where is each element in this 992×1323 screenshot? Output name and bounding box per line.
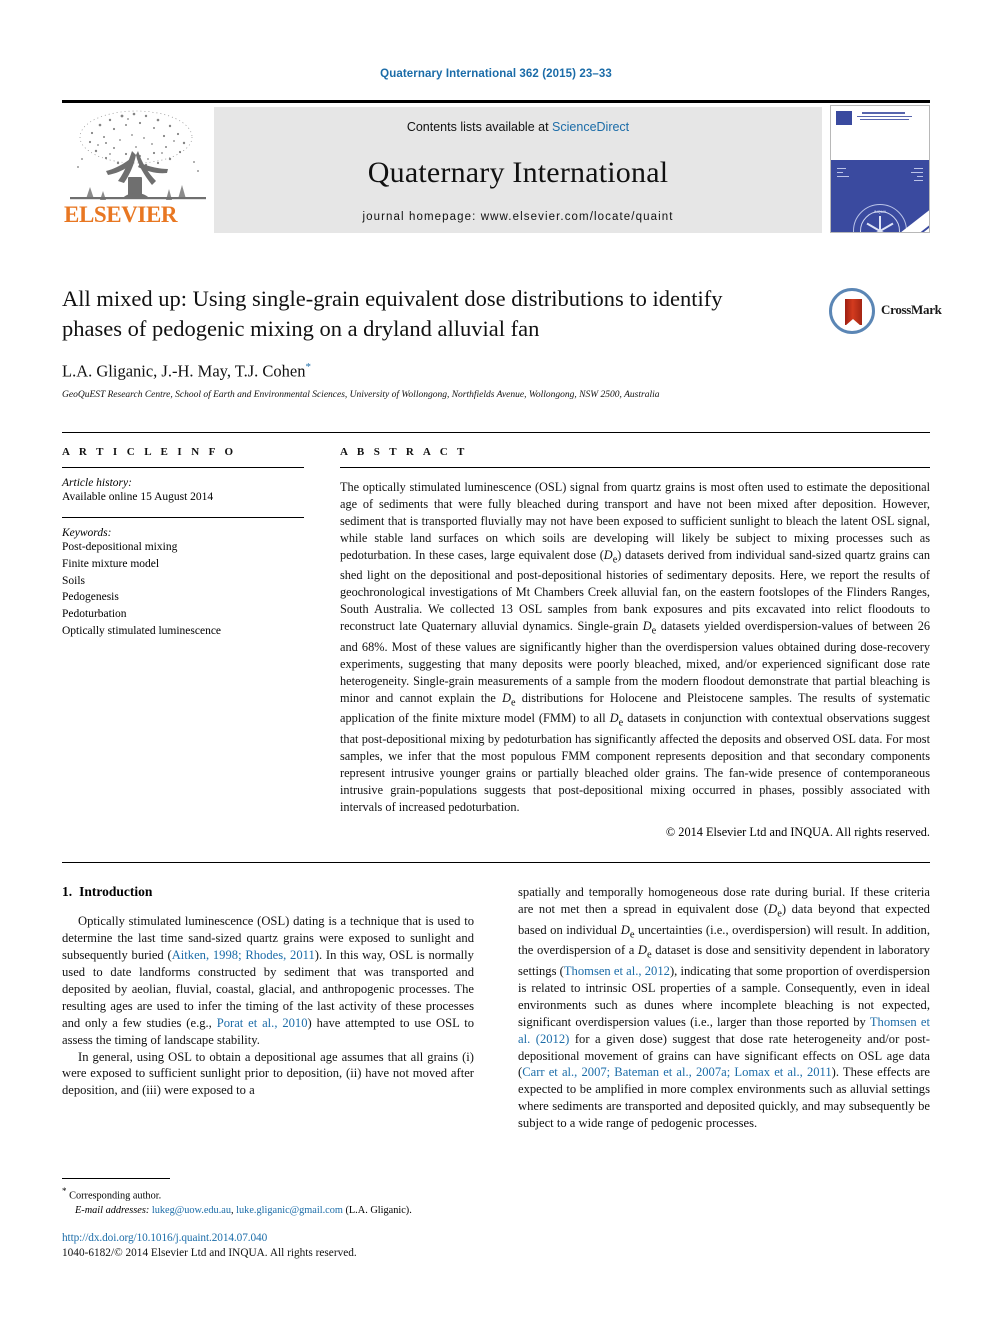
keyword-item: Post-depositional mixing	[62, 541, 178, 554]
citation-link[interactable]: Aitken, 1998; Rhodes, 2011	[172, 948, 315, 962]
article-history-value: Available online 15 August 2014	[62, 491, 214, 503]
footnote-rule	[62, 1178, 170, 1179]
contents-available-line: Contents lists available at ScienceDirec…	[214, 120, 822, 134]
email-separator: ,	[231, 1204, 234, 1216]
page-title: All mixed up: Using single-grain equival…	[62, 286, 723, 341]
intro-paragraph-2: In general, using OSL to obtain a deposi…	[62, 1049, 474, 1098]
citation-link[interactable]: Thomsen et al. (2012)	[518, 1015, 930, 1046]
cover-left-text: ▬▬▬ ▬▬ ▬▬▬▬	[837, 166, 849, 178]
journal-cover-thumbnail[interactable]: ▬▬▬ ▬▬ ▬▬▬▬ ▬▬▬ ▬▬▬▬ ▬▬ ▬▬▬ INQUA	[830, 105, 930, 233]
publisher-block: ELSEVIER	[62, 107, 214, 235]
abstract-text: The optically stimulated luminescence (O…	[340, 480, 930, 814]
email-link-primary[interactable]: lukeg@uow.edu.au	[152, 1205, 231, 1216]
article-history-label: Article history:	[62, 477, 132, 489]
abstract-column: A B S T R A C T The optically stimulated…	[340, 446, 930, 840]
keyword-item: Soils	[62, 574, 86, 587]
email-note: E-mail addresses: lukeg@uow.edu.au, luke…	[62, 1204, 474, 1218]
doi-link[interactable]: http://dx.doi.org/10.1016/j.quaint.2014.…	[62, 1232, 562, 1244]
keyword-item: Pedoturbation	[62, 608, 127, 621]
masthead-center: Contents lists available at ScienceDirec…	[214, 107, 822, 233]
abstract-rule	[340, 467, 930, 468]
crossmark-logo-icon	[829, 288, 875, 334]
citation-link[interactable]: Carr et al., 2007; Bateman et al., 2007a…	[522, 1065, 831, 1079]
cover-publisher-mark	[836, 111, 852, 125]
contents-prefix: Contents lists available at	[406, 120, 549, 134]
inqua-seal-icon: INQUA	[853, 204, 907, 232]
abstract-heading: A B S T R A C T	[340, 446, 468, 458]
section-title-text: Introduction	[79, 884, 153, 899]
footnote-marker: *	[62, 1186, 67, 1196]
elsevier-tree-icon	[66, 107, 210, 205]
journal-title: Quaternary International	[367, 156, 669, 189]
corresponding-author-marker: *	[305, 360, 312, 373]
keyword-item: Finite mixture model	[62, 558, 160, 570]
running-head: Quaternary International 362 (2015) 23–3…	[380, 68, 612, 80]
doi-block: http://dx.doi.org/10.1016/j.quaint.2014.…	[62, 1232, 562, 1259]
cover-bottom-blue: ▬▬▬ ▬▬ ▬▬▬▬ ▬▬▬ ▬▬▬▬ ▬▬ ▬▬▬ INQUA	[831, 160, 929, 232]
body-top-rule	[62, 862, 930, 863]
intro-paragraph-1: Optically stimulated luminescence (OSL) …	[62, 914, 474, 1047]
paper-first-page: Quaternary International 362 (2015) 23–3…	[0, 0, 992, 1323]
cover-title-lines	[857, 112, 924, 122]
section-number: 1.	[62, 884, 73, 899]
crossmark-label: CrossMark	[881, 302, 942, 317]
affiliation: GeoQuEST Research Centre, School of Eart…	[62, 390, 660, 401]
email-link-secondary[interactable]: luke.gliganic@gmail.com	[236, 1205, 343, 1216]
abstract-copyright: © 2014 Elsevier Ltd and INQUA. All right…	[665, 824, 930, 839]
article-info-rule-2	[62, 517, 304, 519]
article-info-rule-1	[62, 467, 304, 468]
citation-link[interactable]: Porat et al., 2010	[217, 1016, 308, 1030]
footnote-area: * Corresponding author. E-mail addresses…	[62, 1178, 474, 1218]
elsevier-wordmark: ELSEVIER	[64, 202, 178, 227]
section-heading-introduction: 1. Introduction	[62, 884, 474, 900]
citation-link[interactable]: Thomsen et al., 2012	[564, 964, 670, 978]
sciencedirect-link[interactable]: ScienceDirect	[552, 120, 629, 134]
cover-top-white	[831, 106, 929, 150]
author-names: L.A. Gliganic, J.-H. May, T.J. Cohen	[62, 361, 306, 381]
info-abstract-top-rule	[62, 432, 930, 433]
corresponding-author-note: * Corresponding author.	[62, 1185, 474, 1204]
journal-homepage-link[interactable]: journal homepage: www.elsevier.com/locat…	[214, 211, 822, 223]
keyword-item: Pedogenesis	[62, 591, 119, 604]
author-list: L.A. Gliganic, J.-H. May, T.J. Cohen*	[62, 361, 930, 382]
article-info-heading: A R T I C L E I N F O	[62, 446, 237, 458]
cover-right-text: ▬▬▬ ▬▬▬▬ ▬▬ ▬▬▬	[911, 166, 923, 182]
intro-paragraph-3: spatially and temporally homogeneous dos…	[518, 885, 930, 1131]
journal-masthead: ELSEVIER Contents lists available at Sci…	[62, 100, 930, 235]
email-addresses-label: E-mail addresses:	[75, 1204, 150, 1216]
body-column-right: spatially and temporally homogeneous dos…	[518, 884, 930, 1132]
article-info-column: A R T I C L E I N F O Article history: A…	[62, 446, 304, 639]
body-column-left: 1. Introduction Optically stimulated lumi…	[62, 884, 474, 1099]
crossmark-badge[interactable]: CrossMark	[829, 288, 942, 336]
email-owner: (L.A. Gliganic).	[345, 1204, 412, 1216]
keywords-label: Keywords:	[62, 527, 112, 540]
issn-copyright-line: 1040-6182/© 2014 Elsevier Ltd and INQUA.…	[62, 1247, 357, 1259]
keyword-item: Optically stimulated luminescence	[62, 624, 222, 637]
title-block: All mixed up: Using single-grain equival…	[62, 284, 942, 401]
keywords-list: Post-depositional mixing Finite mixture …	[62, 539, 304, 639]
corresponding-author-label: Corresponding author.	[69, 1190, 162, 1202]
seal-top-word: INQUA	[873, 209, 887, 214]
